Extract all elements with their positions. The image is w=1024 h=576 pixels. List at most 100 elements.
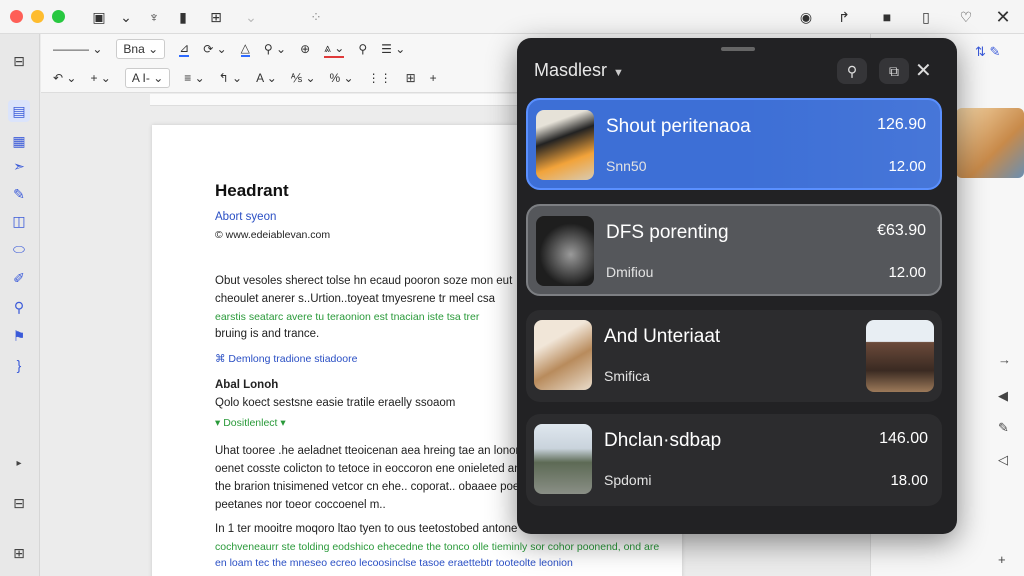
line-style-dropdown[interactable]: ——— ⌄ bbox=[53, 42, 102, 56]
drag-handle[interactable] bbox=[721, 47, 755, 51]
search-icon: ⚲ bbox=[846, 62, 858, 79]
frame-icon[interactable]: ◫ bbox=[8, 210, 30, 232]
align-icon[interactable]: ◁ bbox=[998, 452, 1008, 468]
eraser-icon[interactable]: ⬭ bbox=[8, 238, 30, 260]
insert-icon[interactable]: + ⌄ bbox=[90, 71, 110, 85]
pen-icon[interactable]: ✎ bbox=[998, 420, 1009, 436]
pin-icon[interactable]: ♆ bbox=[143, 6, 165, 28]
stop-icon[interactable]: ■ bbox=[876, 6, 898, 28]
item-subtitle: Spdomi bbox=[604, 472, 652, 488]
percent-icon[interactable]: % ⌄ bbox=[330, 71, 354, 85]
pen-icon[interactable]: ✎ bbox=[8, 183, 30, 205]
indent-icon[interactable]: ↰ ⌄ bbox=[219, 71, 242, 85]
item-title: And Unteriaat bbox=[604, 326, 721, 347]
sidebar-toggle-icon[interactable]: ⊟ bbox=[8, 50, 30, 72]
bracket-icon[interactable]: } bbox=[8, 354, 30, 376]
paragraph-line: cheoulet anerer s..Urtion..toyeat tmyesr… bbox=[215, 293, 495, 305]
item-title: DFS porenting bbox=[606, 222, 729, 243]
popup-title-dropdown[interactable]: Masdlesr ▼ bbox=[534, 60, 624, 81]
paragraph-line: Obut vesoles sherect tolse hn ecaud poor… bbox=[215, 275, 513, 287]
close-icon: ✕ bbox=[915, 60, 932, 82]
chevron-down-icon: ▼ bbox=[613, 67, 624, 79]
format-icon[interactable]: ⇅ ✎ bbox=[975, 44, 1000, 60]
media-popup: Masdlesr ▼ ⚲ ⧉ ✕ Shout peritenaoa Snn50 1… bbox=[517, 38, 957, 534]
close-popup-button[interactable]: ✕ bbox=[915, 58, 932, 83]
paragraph-line: In 1 ter mooitre moqoro ltao tyen to ous… bbox=[215, 523, 518, 535]
columns-icon[interactable]: ⋮⋮ bbox=[368, 71, 392, 85]
grid-icon[interactable]: ⊞ bbox=[8, 542, 30, 564]
text-color-icon[interactable]: ⩓ ⌄ bbox=[324, 41, 345, 58]
link-icon[interactable]: ⊕ bbox=[300, 42, 310, 56]
window-button[interactable]: ⧉ bbox=[879, 58, 909, 84]
find-icon[interactable]: ⚲ bbox=[358, 42, 367, 56]
highlight-icon[interactable]: ⊿ bbox=[179, 41, 190, 57]
undo-icon[interactable]: ↶ ⌄ bbox=[53, 71, 76, 85]
paragraph-line: earstis seatarc avere tu teraonion est t… bbox=[215, 311, 480, 323]
paragraph-line: peetanes nor toeor coccoenel m.. bbox=[215, 499, 386, 511]
close-icon[interactable]: ✕ bbox=[992, 6, 1014, 28]
item-title: Dhclan·sdbap bbox=[604, 430, 722, 451]
maximize-window-button[interactable] bbox=[52, 10, 65, 23]
font-size-icon[interactable]: A ⌄ bbox=[256, 71, 277, 85]
chevron-down-icon[interactable]: ⌄ bbox=[240, 6, 262, 28]
page-icon[interactable]: ▤ bbox=[8, 100, 30, 122]
document-icon[interactable]: ▣ bbox=[88, 6, 110, 28]
title-bar: ▣ ⌄ ♆ ▮ ⊞ ⌄ ⁘ ◉ ↱ ■ ▯ ♡ ✕ bbox=[0, 0, 1024, 34]
add-icon[interactable]: + bbox=[430, 71, 437, 85]
layout-icon[interactable]: ⊟ bbox=[8, 492, 30, 514]
item-value: 146.00 bbox=[879, 430, 928, 447]
image-icon[interactable]: ⚲ ⌄ bbox=[264, 42, 286, 56]
left-toolbar: ⊟ ▤ ▦ ➣ ✎ ◫ ⬭ ✐ ⚲ ⚑ } ▸ ⊟ ⊞ bbox=[0, 34, 40, 576]
search-button[interactable]: ⚲ bbox=[837, 58, 867, 84]
item-value: 126.90 bbox=[877, 116, 926, 133]
settings-icon[interactable]: ◉ bbox=[795, 6, 817, 28]
thumbnail-image bbox=[534, 320, 592, 390]
sort-icon[interactable]: ⅍ ⌄ bbox=[291, 71, 316, 85]
paragraph-line: Uhat tooree .he aeladnet tteoicenan aea … bbox=[215, 445, 520, 457]
fill-icon[interactable]: △ bbox=[240, 41, 250, 57]
shape-icon[interactable]: ⚲ bbox=[8, 296, 30, 318]
share-icon[interactable]: ↱ bbox=[833, 6, 855, 28]
list-icon[interactable]: ☰ ⌄ bbox=[381, 42, 405, 56]
expand-icon[interactable]: ▸ bbox=[8, 452, 30, 474]
heart-icon[interactable]: ♡ bbox=[955, 6, 977, 28]
rotate-icon[interactable]: ⟳ ⌄ bbox=[203, 42, 226, 56]
thumbnail-image bbox=[536, 110, 594, 180]
minimize-window-button[interactable] bbox=[31, 10, 44, 23]
add-icon[interactable]: + bbox=[998, 552, 1006, 567]
item-title: Shout peritenaoa bbox=[606, 116, 751, 137]
comment-icon[interactable]: ▦ bbox=[8, 130, 30, 152]
table-icon[interactable]: ⊞ bbox=[406, 71, 416, 85]
close-window-button[interactable] bbox=[10, 10, 23, 23]
loading-icon: ⁘ bbox=[310, 8, 322, 25]
item-value-secondary: 12.00 bbox=[888, 158, 926, 175]
chevron-down-icon[interactable]: ⌄ bbox=[115, 6, 137, 28]
collapsible-section[interactable]: ▾ Dositlenlect ▾ bbox=[215, 417, 286, 429]
device-icon[interactable]: ▯ bbox=[915, 6, 937, 28]
subheading: Abal Lonoh bbox=[215, 379, 279, 391]
select-icon[interactable]: ➣ bbox=[8, 155, 30, 177]
flag-icon[interactable]: ⚑ bbox=[8, 325, 30, 347]
paragraph-line: Qolo koect sestsne easie tratile eraelly… bbox=[215, 397, 456, 409]
paragraph-line: oenet cosste colicton to tetoce in eocco… bbox=[215, 463, 527, 475]
font-dropdown[interactable]: Bna ⌄ bbox=[116, 39, 166, 59]
table-icon[interactable]: ⊞ bbox=[205, 6, 227, 28]
preview-image[interactable] bbox=[956, 108, 1024, 178]
inline-link[interactable]: ⌘ Demlong tradione stiadoore bbox=[215, 353, 357, 365]
bookmark-icon[interactable]: ▮ bbox=[172, 6, 194, 28]
fill-icon[interactable]: ◀ bbox=[998, 388, 1008, 404]
thumbnail-image bbox=[536, 216, 594, 286]
item-subtitle: Dmifiou bbox=[606, 264, 654, 280]
item-value: €63.90 bbox=[877, 222, 926, 239]
brush-icon[interactable]: ✐ bbox=[8, 267, 30, 289]
align-icon[interactable]: ≡ ⌄ bbox=[184, 71, 204, 85]
window-controls bbox=[10, 10, 65, 23]
arrow-right-icon[interactable]: → bbox=[998, 352, 1011, 367]
byline-link[interactable]: Abort syeon bbox=[215, 211, 276, 223]
list-item[interactable]: Dhclan·sdbap Spdomi 146.00 18.00 bbox=[526, 414, 942, 506]
list-item[interactable]: DFS porenting Dmifiou €63.90 12.00 bbox=[526, 204, 942, 296]
style-dropdown[interactable]: A I- ⌄ bbox=[124, 67, 171, 88]
list-item[interactable]: Shout peritenaoa Snn50 126.90 12.00 bbox=[526, 98, 942, 190]
list-item[interactable]: And Unteriaat Smifica bbox=[526, 310, 942, 402]
ruler bbox=[150, 94, 520, 106]
